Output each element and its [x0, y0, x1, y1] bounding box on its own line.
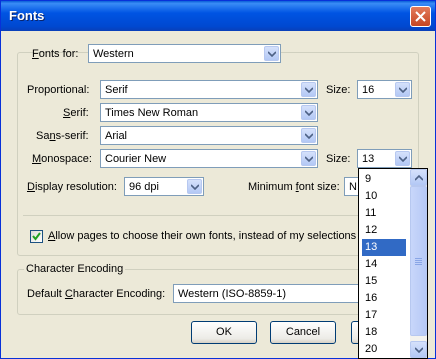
chevron-down-icon[interactable] — [301, 105, 316, 120]
scroll-thumb[interactable] — [410, 186, 427, 336]
close-button[interactable] — [410, 6, 431, 27]
ok-button[interactable]: OK — [191, 321, 257, 344]
proportional-size-select[interactable]: 16 — [357, 80, 412, 99]
proportional-label: Proportional: — [27, 84, 90, 96]
monospace-label: Monospace: — [32, 153, 92, 165]
scroll-down-button[interactable] — [410, 341, 427, 358]
group-divider — [23, 215, 415, 216]
monospace-select[interactable]: Courier New — [100, 149, 318, 168]
chevron-down-icon[interactable] — [301, 151, 316, 166]
window-title: Fonts — [9, 8, 45, 23]
default-encoding-label: Default Character Encoding: — [27, 288, 166, 300]
character-encoding-group-label: Character Encoding — [24, 263, 126, 275]
size-option[interactable]: 13 — [362, 239, 406, 256]
size-option[interactable]: 14 — [362, 256, 406, 273]
scroll-up-button[interactable] — [410, 169, 427, 186]
title-bar[interactable]: Fonts — [1, 1, 435, 31]
proportional-size-label: Size: — [326, 84, 351, 96]
sans-serif-select[interactable]: Arial — [100, 126, 318, 145]
size-option[interactable]: 20 — [362, 341, 406, 358]
sans-serif-label: Sans-serif: — [36, 130, 89, 142]
default-encoding-select[interactable]: Western (ISO-8859-1) — [173, 284, 363, 303]
checkmark-icon — [32, 232, 41, 241]
size-option[interactable]: 12 — [362, 222, 406, 239]
size-option[interactable]: 11 — [362, 205, 406, 222]
serif-label: Serif: — [63, 107, 89, 119]
display-resolution-label: Display resolution: — [27, 181, 117, 193]
proportional-select[interactable]: Serif — [100, 80, 318, 99]
monospace-size-select[interactable]: 13 — [357, 149, 412, 168]
size-option[interactable]: 15 — [362, 273, 406, 290]
dropdown-scrollbar[interactable] — [410, 169, 427, 358]
minimum-font-size-label: Minimum font size: — [248, 181, 340, 193]
size-option[interactable]: 16 — [362, 290, 406, 307]
size-option[interactable]: 17 — [362, 307, 406, 324]
fonts-for-select[interactable]: Western — [88, 44, 281, 63]
size-option[interactable]: 18 — [362, 324, 406, 341]
monospace-size-label: Size: — [326, 153, 351, 165]
chevron-up-icon — [415, 175, 423, 181]
allow-pages-checkbox[interactable] — [30, 230, 43, 243]
size-option[interactable]: 10 — [362, 188, 406, 205]
chevron-down-icon[interactable] — [395, 82, 410, 97]
chevron-down-icon[interactable] — [301, 82, 316, 97]
close-icon — [415, 11, 426, 22]
allow-pages-label: Allow pages to choose their own fonts, i… — [48, 230, 372, 242]
chevron-down-icon[interactable] — [301, 128, 316, 143]
chevron-down-icon — [415, 347, 423, 353]
size-dropdown-list: 9 10 11 12 13 14 15 16 17 18 20 — [358, 168, 428, 359]
display-resolution-select[interactable]: 96 dpi — [124, 177, 204, 196]
chevron-down-icon[interactable] — [264, 46, 279, 61]
size-option[interactable]: 9 — [362, 171, 406, 188]
chevron-down-icon[interactable] — [395, 151, 410, 166]
fonts-for-label: Fonts for: — [32, 48, 79, 60]
serif-select[interactable]: Times New Roman — [100, 103, 318, 122]
cancel-button[interactable]: Cancel — [270, 321, 336, 344]
chevron-down-icon[interactable] — [187, 179, 202, 194]
